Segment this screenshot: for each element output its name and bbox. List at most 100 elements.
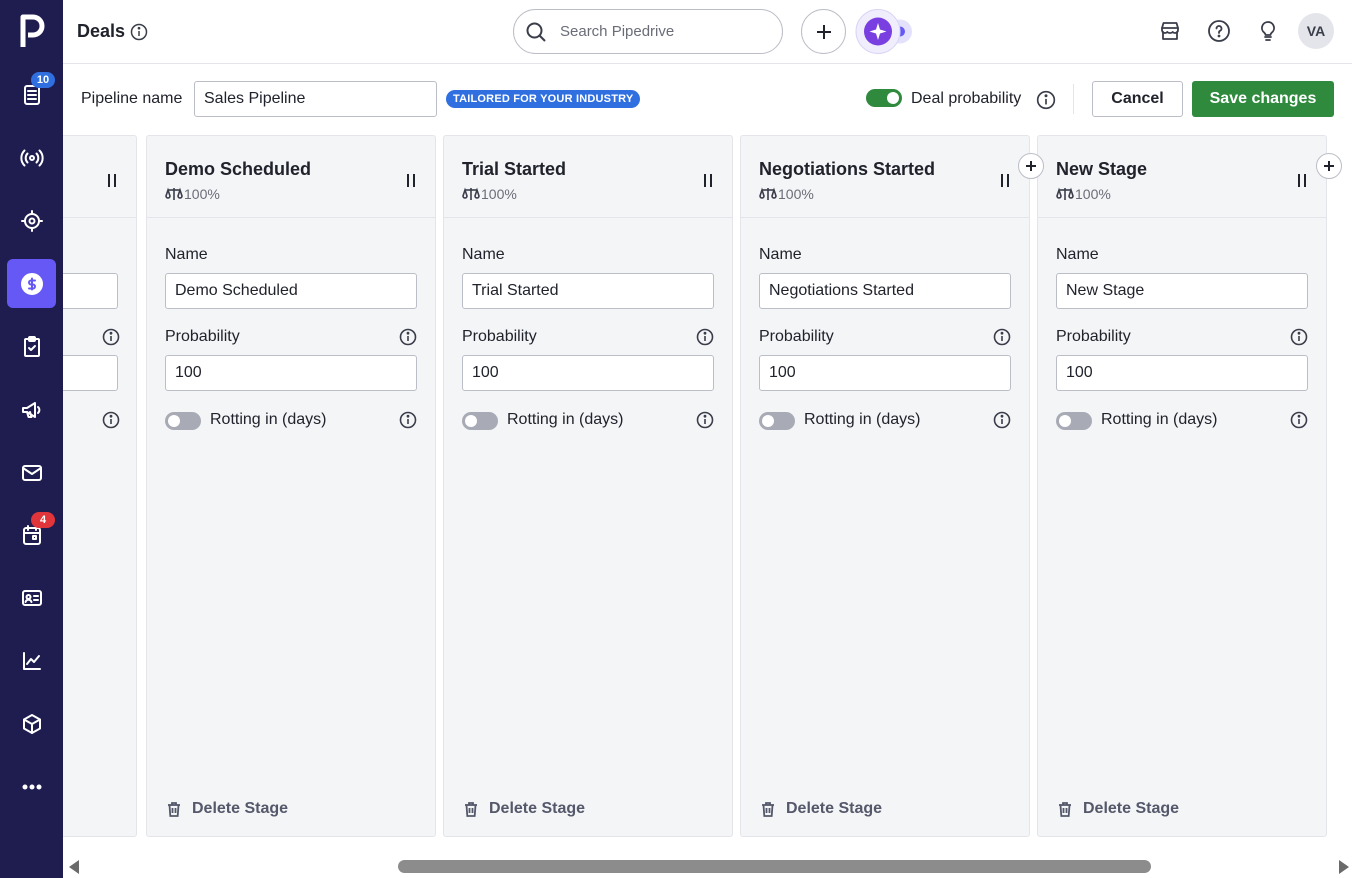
pipedrive-logo[interactable]	[17, 14, 47, 48]
marketplace-button[interactable]	[1155, 16, 1185, 46]
leads-badge: 10	[31, 72, 55, 88]
left-sidebar: 10 4	[0, 0, 63, 878]
scroll-left-arrow[interactable]	[69, 860, 79, 874]
scale-icon	[462, 187, 480, 200]
stage-header: Demo Scheduled 100%	[147, 136, 435, 218]
pipeline-name-input[interactable]	[194, 81, 437, 117]
drag-handle-icon[interactable]	[407, 174, 415, 187]
stage-column: Demo Scheduled 100% Name Probability Rot…	[146, 135, 436, 837]
lightbulb-icon	[1261, 21, 1275, 41]
sidebar-item-deals[interactable]	[7, 259, 56, 308]
sidebar-item-goals[interactable]	[7, 196, 56, 245]
sidebar-item-mail[interactable]	[7, 448, 56, 497]
sidebar-item-products[interactable]	[7, 699, 56, 748]
horizontal-scrollbar[interactable]	[63, 851, 1352, 878]
name-label: Name	[1056, 246, 1099, 263]
cancel-button[interactable]: Cancel	[1092, 81, 1183, 117]
info-icon[interactable]	[130, 23, 148, 46]
stage-name-input[interactable]	[63, 273, 118, 309]
info-icon[interactable]	[993, 328, 1011, 346]
scrollbar-thumb[interactable]	[398, 860, 1151, 873]
user-avatar[interactable]: VA	[1298, 13, 1334, 49]
drag-handle-icon[interactable]	[1001, 174, 1009, 187]
info-icon[interactable]	[399, 411, 417, 429]
tips-button[interactable]	[1253, 16, 1283, 46]
rotting-toggle[interactable]	[165, 412, 201, 430]
info-icon[interactable]	[102, 328, 120, 346]
info-icon[interactable]	[696, 328, 714, 346]
stage-name-input[interactable]	[462, 273, 714, 309]
ai-assistant-button[interactable]	[855, 9, 915, 54]
megaphone-icon	[21, 401, 40, 418]
sidebar-item-leads[interactable]: 10	[7, 70, 56, 119]
info-icon[interactable]	[993, 411, 1011, 429]
stage-probability-input[interactable]	[63, 355, 118, 391]
delete-stage-label: Delete Stage	[192, 800, 289, 817]
sidebar-item-campaigns-megaphone[interactable]	[7, 385, 56, 434]
delete-stage-button[interactable]: Delete Stage	[759, 800, 882, 818]
ai-sparkle-icon	[855, 9, 912, 54]
help-icon	[1208, 20, 1230, 42]
drag-handle-icon[interactable]	[1298, 174, 1306, 187]
help-button[interactable]	[1204, 16, 1234, 46]
scale-icon	[165, 187, 183, 200]
info-icon[interactable]	[1290, 328, 1308, 346]
stage-probability: 100%	[1056, 186, 1111, 202]
sidebar-item-contacts[interactable]	[7, 573, 56, 622]
add-stage-button[interactable]	[1316, 153, 1342, 179]
tailored-badge: TAILORED FOR YOUR INDUSTRY	[446, 90, 641, 108]
trash-icon	[168, 802, 180, 817]
trash-icon	[1059, 802, 1071, 817]
probability-label: Probability	[1056, 328, 1131, 345]
stage-probability-value: 100%	[1075, 186, 1111, 202]
plus-icon	[1324, 161, 1334, 171]
stage-header: New Stage 100%	[1038, 136, 1326, 218]
rotting-toggle[interactable]	[1056, 412, 1092, 430]
target-icon	[20, 209, 43, 232]
quick-add-button[interactable]	[801, 9, 846, 54]
drag-handle-icon[interactable]	[108, 174, 116, 187]
info-icon[interactable]	[696, 411, 714, 429]
probability-label: Probability	[165, 328, 240, 345]
drag-handle-icon[interactable]	[704, 174, 712, 187]
stage-probability-input[interactable]	[1056, 355, 1308, 391]
search-input[interactable]: Search Pipedrive	[513, 9, 783, 54]
sidebar-item-activities[interactable]	[7, 322, 56, 371]
delete-stage-button[interactable]: Delete Stage	[462, 800, 585, 818]
stage-probability-input[interactable]	[462, 355, 714, 391]
deal-probability-toggle[interactable]	[866, 89, 902, 107]
stage-name-input[interactable]	[1056, 273, 1308, 309]
stage-probability-input[interactable]	[759, 355, 1011, 391]
delete-stage-button[interactable]: Delete Stage	[1056, 800, 1179, 818]
box-icon	[22, 713, 41, 734]
stage-title: New Stage	[1056, 159, 1148, 179]
rotting-toggle[interactable]	[759, 412, 795, 430]
scroll-right-arrow[interactable]	[1339, 860, 1349, 874]
rotting-toggle[interactable]	[462, 412, 498, 430]
stage-probability-input[interactable]	[165, 355, 417, 391]
broadcast-icon	[19, 149, 44, 166]
probability-label: Probability	[759, 328, 834, 345]
stage-probability: 100%	[759, 186, 814, 202]
sidebar-item-campaigns[interactable]	[7, 133, 56, 182]
info-icon[interactable]	[102, 411, 120, 429]
info-icon[interactable]	[1036, 90, 1056, 115]
stage-name-input[interactable]	[759, 273, 1011, 309]
add-stage-button[interactable]	[1018, 153, 1044, 179]
sidebar-item-insights[interactable]	[7, 636, 56, 685]
stage-probability: 100%	[165, 186, 220, 202]
top-header: Deals Search Pipedrive VA	[63, 0, 1352, 64]
save-changes-button[interactable]: Save changes	[1192, 81, 1334, 117]
stage-name-input[interactable]	[165, 273, 417, 309]
rotting-label: Rotting in (days)	[507, 411, 624, 428]
info-icon[interactable]	[1290, 411, 1308, 429]
sidebar-item-calendar[interactable]: 4	[7, 510, 56, 559]
delete-stage-button[interactable]: Delete Stage	[165, 800, 288, 818]
info-icon[interactable]	[399, 328, 417, 346]
stage-column: Negotiations Started 100% Name Probabili…	[740, 135, 1030, 837]
clipboard-check-icon	[23, 335, 40, 357]
stage-probability: 100%	[462, 186, 517, 202]
stage-header	[63, 136, 136, 218]
sidebar-item-more[interactable]	[7, 762, 56, 811]
calendar-badge: 4	[31, 512, 55, 528]
